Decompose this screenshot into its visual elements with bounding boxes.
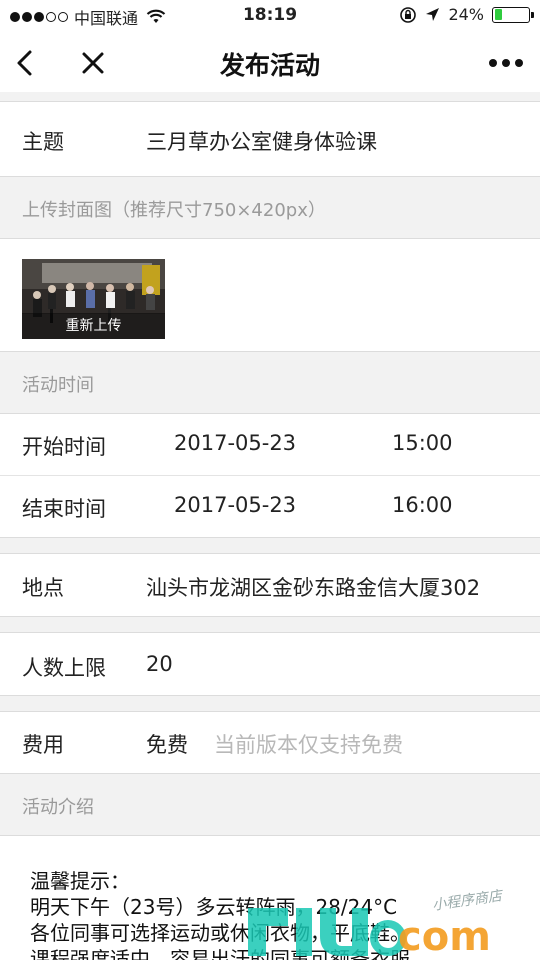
time-section-header: 活动时间	[0, 352, 540, 413]
cover-section-header: 上传封面图（推荐尺寸750×420px）	[0, 177, 540, 238]
fee-value: 免费	[146, 733, 188, 757]
intro-section-label: 活动介绍	[22, 797, 94, 818]
limit-label: 人数上限	[22, 656, 106, 680]
start-time-label: 开始时间	[22, 435, 106, 459]
limit-row[interactable]: 人数上限 20	[0, 633, 540, 695]
fee-hint: 当前版本仅支持免费	[214, 733, 403, 757]
end-time-picker[interactable]: 16:00	[392, 493, 453, 517]
cover-row: 重新上传	[0, 239, 540, 351]
cover-section-label: 上传封面图（推荐尺寸750×420px）	[22, 200, 326, 221]
battery-icon	[492, 6, 534, 23]
more-button[interactable]	[486, 46, 526, 80]
start-time-row[interactable]: 开始时间 2017-05-23 15:00	[0, 414, 540, 475]
topic-label: 主题	[22, 130, 64, 154]
status-bar: 中国联通 18:19 24%	[0, 0, 540, 32]
fee-row: 费用 免费 当前版本仅支持免费	[0, 712, 540, 773]
more-icon	[489, 59, 523, 67]
cover-image[interactable]: 重新上传	[22, 259, 165, 339]
end-time-label: 结束时间	[22, 497, 106, 521]
intro-line: 温馨提示：	[30, 869, 130, 893]
start-date-picker[interactable]: 2017-05-23	[174, 431, 296, 455]
topic-input[interactable]: 三月草办公室健身体验课	[146, 126, 377, 156]
time-section-label: 活动时间	[22, 375, 94, 396]
end-time-row[interactable]: 结束时间 2017-05-23 16:00	[0, 476, 540, 537]
fee-label: 费用	[22, 733, 64, 757]
location-input[interactable]: 汕头市龙湖区金砂东路金信大厦302	[146, 572, 480, 602]
end-date-picker[interactable]: 2017-05-23	[174, 493, 296, 517]
rotation-lock-icon	[400, 6, 417, 23]
battery-percent: 24%	[448, 5, 484, 24]
navigation-bar: 发布活动	[0, 32, 540, 92]
watermark-logo	[248, 908, 406, 956]
watermark-text: com	[398, 914, 491, 960]
intro-section-header: 活动介绍	[0, 774, 540, 835]
location-arrow-icon	[426, 8, 440, 21]
page-title: 发布活动	[219, 51, 320, 80]
location-row[interactable]: 地点 汕头市龙湖区金砂东路金信大厦302	[0, 554, 540, 616]
start-time-picker[interactable]: 15:00	[392, 431, 453, 455]
location-label: 地点	[22, 576, 64, 600]
limit-input[interactable]: 20	[146, 652, 173, 676]
topic-row[interactable]: 主题 三月草办公室健身体验课	[0, 102, 540, 176]
reupload-button[interactable]: 重新上传	[22, 313, 165, 339]
